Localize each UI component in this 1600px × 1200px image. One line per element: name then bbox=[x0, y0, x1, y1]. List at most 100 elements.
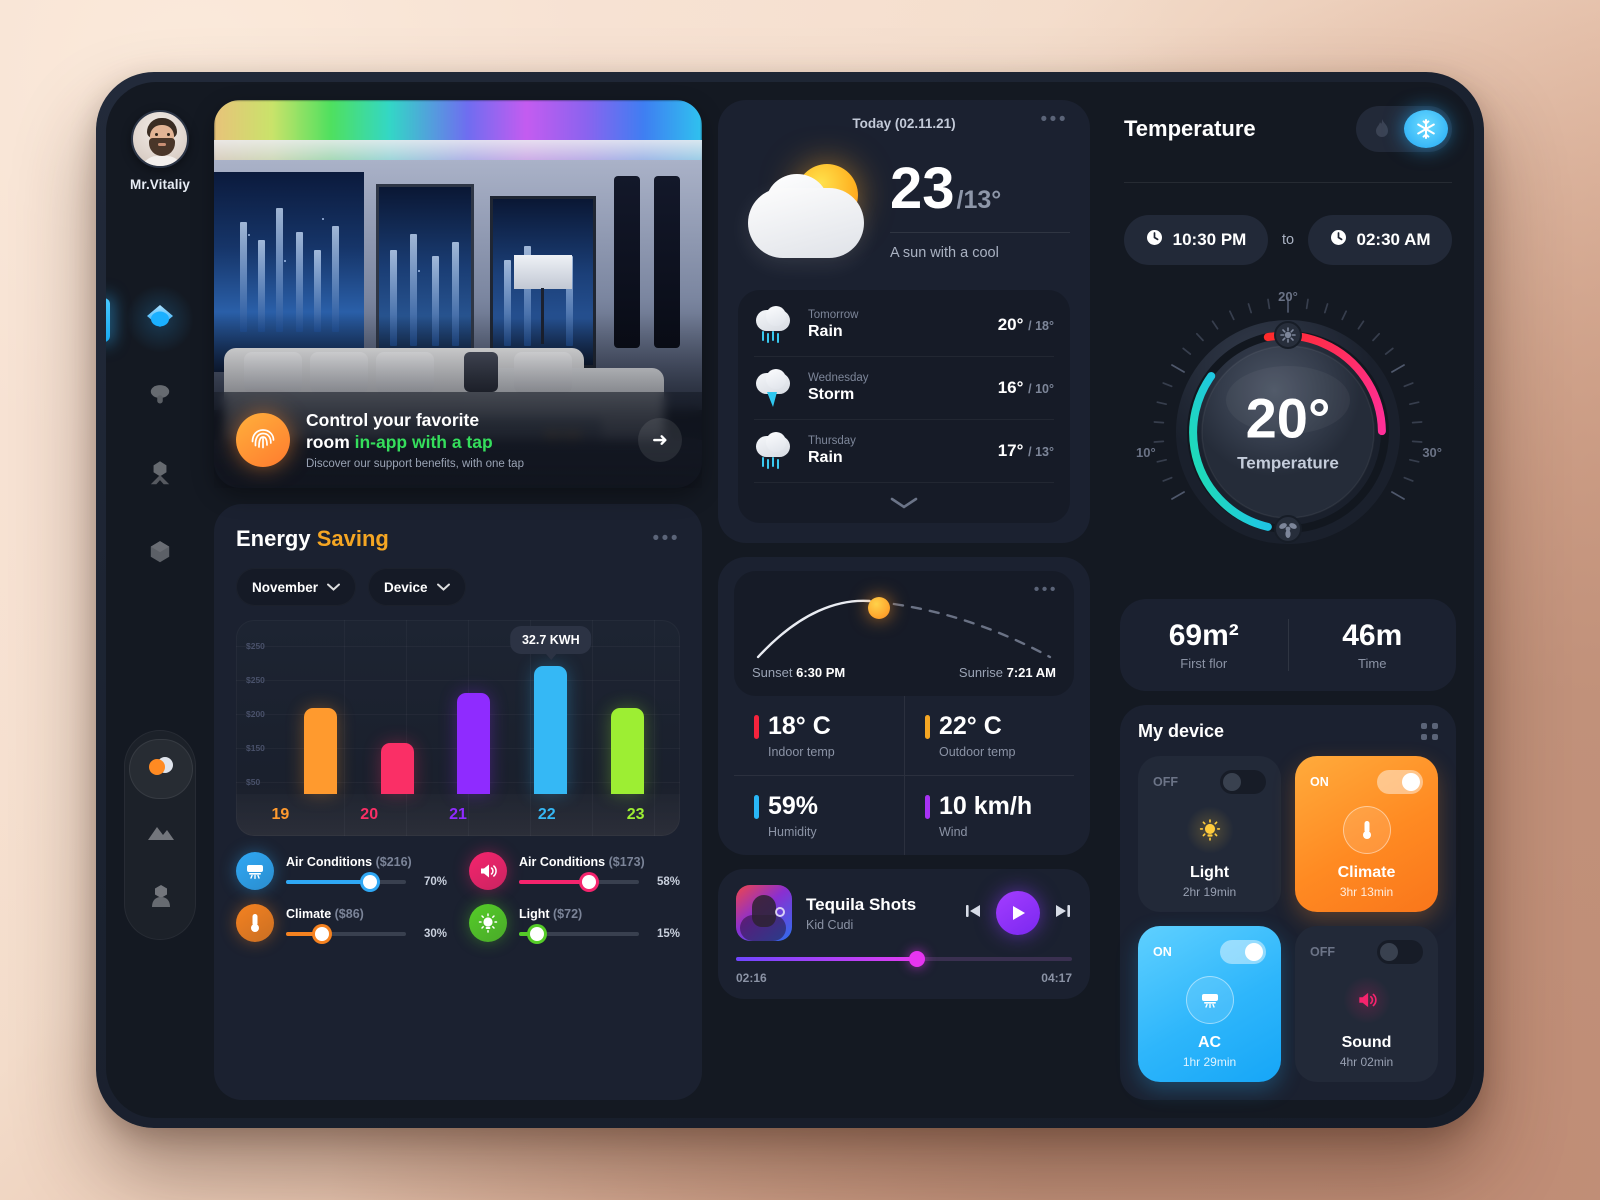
climate-icon bbox=[146, 754, 176, 785]
schedule-from-time[interactable]: 10:30 PM bbox=[1124, 215, 1268, 265]
track-artist: Kid Cudi bbox=[806, 917, 854, 932]
area-stats-card: 69m² First flor 46m Time bbox=[1120, 599, 1456, 691]
column-right: Temperature 10:30 PM to 02:30 AM 10° 20°… bbox=[1106, 100, 1456, 1100]
chart-x-tick: 23 bbox=[626, 806, 645, 823]
energy-device-slider[interactable] bbox=[519, 926, 639, 941]
lamp-icon bbox=[145, 380, 174, 414]
dial-max-label: 30° bbox=[1422, 445, 1442, 460]
next-track-icon[interactable] bbox=[1054, 902, 1072, 925]
room-hero-card[interactable]: Control your favorite room in-app with a… bbox=[214, 100, 702, 488]
energy-title-b: Saving bbox=[316, 526, 389, 551]
chart-x-axis: 19 20 21 22 23 bbox=[236, 794, 680, 836]
sidebar-item-home[interactable] bbox=[106, 280, 214, 358]
promo-banner[interactable]: Control your favorite room in-app with a… bbox=[214, 392, 702, 488]
until-time-label: 02:30 AM bbox=[1356, 230, 1431, 249]
chart-bar[interactable]: 32.7 KWH bbox=[509, 625, 592, 794]
device-tile-sound[interactable]: OFF Sound 4hr 02min bbox=[1295, 926, 1438, 1082]
chart-x-tick: 22 bbox=[537, 806, 556, 823]
track-duration: 04:17 bbox=[1041, 971, 1072, 985]
device-tile-climate[interactable]: ON Climate 3hr 13min bbox=[1295, 756, 1438, 912]
sunset-label: Sunset bbox=[752, 665, 797, 680]
forecast-temps: 20° / 18° bbox=[997, 315, 1054, 334]
energy-device-name: Climate ($86) bbox=[286, 906, 364, 921]
chart-bar[interactable] bbox=[380, 742, 414, 794]
area-label: Time bbox=[1358, 656, 1387, 671]
dial-mid-label: 20° bbox=[1278, 289, 1298, 304]
track-progress-slider[interactable] bbox=[736, 951, 1072, 967]
forecast-row[interactable]: Thursday Rain 17° / 13° bbox=[754, 420, 1054, 483]
chart-y-tick: $250 bbox=[246, 641, 265, 651]
device-toggle[interactable] bbox=[1377, 940, 1423, 964]
sidebar-item-gallery[interactable] bbox=[125, 801, 197, 865]
music-player-card: Tequila Shots Kid Cudi 02:16 04:17 bbox=[718, 869, 1090, 999]
device-filter-dropdown[interactable]: Device bbox=[368, 568, 466, 606]
device-state: OFF bbox=[1153, 775, 1178, 789]
device-tile-light[interactable]: OFF Light 2hr 19min bbox=[1138, 756, 1281, 912]
forecast-condition: Rain bbox=[808, 449, 843, 466]
user-name: Mr.Vitaliy bbox=[129, 177, 191, 192]
chart-bar[interactable] bbox=[457, 692, 491, 794]
sidebar-item-lighting[interactable] bbox=[106, 358, 214, 436]
avatar[interactable] bbox=[131, 110, 189, 168]
weather-current: 23/13° A sun with a cool bbox=[738, 146, 1070, 276]
column-middle: Today (02.11.21) ••• 23/13° A sun with a… bbox=[718, 100, 1090, 1100]
device-toggle[interactable] bbox=[1377, 770, 1423, 794]
forecast-day: Thursday bbox=[808, 435, 856, 447]
dashboard-screen: Mr.Vitaliy Control your favorite room in… bbox=[106, 82, 1474, 1118]
schedule-until-time[interactable]: 02:30 AM bbox=[1308, 215, 1452, 265]
environment-stat: 59% Humidity bbox=[734, 776, 904, 855]
forecast-row[interactable]: Tomorrow Rain 20° / 18° bbox=[754, 294, 1054, 357]
profile-icon bbox=[146, 881, 176, 914]
energy-device-row: Air Conditions ($173) 58% bbox=[469, 852, 680, 890]
storm-icon bbox=[754, 369, 794, 407]
sidebar-item-profile[interactable] bbox=[125, 865, 197, 929]
device-runtime: 4hr 02min bbox=[1339, 1055, 1394, 1069]
device-toggle[interactable] bbox=[1220, 770, 1266, 794]
tablet-frame: Mr.Vitaliy Control your favorite room in… bbox=[96, 72, 1484, 1128]
energy-device-percent: 15% bbox=[656, 927, 680, 940]
chevron-down-icon[interactable] bbox=[754, 483, 1054, 523]
sidebar-item-security[interactable] bbox=[106, 436, 214, 514]
more-options-icon[interactable]: ••• bbox=[1041, 110, 1068, 130]
flame-icon[interactable] bbox=[1360, 110, 1404, 148]
device-runtime: 2hr 19min bbox=[1182, 885, 1237, 899]
stat-label: Humidity bbox=[768, 825, 817, 839]
energy-device-slider[interactable] bbox=[286, 874, 406, 889]
chart-bar[interactable] bbox=[303, 707, 337, 794]
energy-device-row: Air Conditions ($216) 70% bbox=[236, 852, 447, 890]
chart-y-tick: $50 bbox=[246, 777, 261, 787]
energy-device-slider[interactable] bbox=[519, 874, 639, 889]
chart-bar[interactable] bbox=[611, 707, 645, 794]
user-profile[interactable]: Mr.Vitaliy bbox=[106, 110, 214, 192]
from-time-label: 10:30 PM bbox=[1172, 230, 1247, 249]
snowflake-icon[interactable] bbox=[1404, 110, 1448, 148]
my-device-title: My device bbox=[1138, 721, 1225, 741]
arrow-right-icon[interactable]: ➜ bbox=[638, 418, 682, 462]
stat-value: 18° C bbox=[768, 712, 831, 740]
drag-handle-icon[interactable] bbox=[1421, 723, 1438, 740]
chevron-down-icon bbox=[436, 583, 450, 591]
promo-title-line1: Control your favorite bbox=[306, 409, 480, 430]
weather-temp-high: 23 bbox=[890, 155, 955, 221]
sidebar-item-devices[interactable] bbox=[106, 514, 214, 592]
promo-subtitle: Discover our support benefits, with one … bbox=[306, 458, 524, 471]
sunset-time: 6:30 PM bbox=[796, 665, 846, 680]
forecast-row[interactable]: Wednesday Storm 16° / 10° bbox=[754, 357, 1054, 420]
device-toggle[interactable] bbox=[1220, 940, 1266, 964]
sidebar-item-climate[interactable] bbox=[125, 737, 197, 801]
play-icon[interactable] bbox=[996, 891, 1040, 935]
device-tile-ac[interactable]: ON AC 1hr 29min bbox=[1138, 926, 1281, 1082]
more-options-icon[interactable]: ••• bbox=[653, 529, 680, 549]
sun-arc bbox=[752, 591, 1056, 663]
energy-device-slider[interactable] bbox=[286, 926, 406, 941]
thermostat-dial[interactable]: 10° 20° 30° 20° Temperature bbox=[1120, 279, 1456, 585]
mode-toggle[interactable] bbox=[1356, 106, 1452, 152]
weather-card: Today (02.11.21) ••• 23/13° A sun with a… bbox=[718, 100, 1090, 543]
device-tiles: OFF Light 2hr 19min ON Climate 3hr 13min ON AC 1… bbox=[1138, 756, 1438, 1082]
device-name: Climate bbox=[1337, 864, 1396, 881]
environment-stat: 10 km/h Wind bbox=[904, 776, 1074, 855]
previous-track-icon[interactable] bbox=[964, 902, 982, 925]
chart-bars: 32.7 KWH bbox=[282, 625, 666, 794]
month-filter-dropdown[interactable]: November bbox=[236, 568, 357, 606]
forecast-temps: 16° / 10° bbox=[997, 378, 1054, 397]
